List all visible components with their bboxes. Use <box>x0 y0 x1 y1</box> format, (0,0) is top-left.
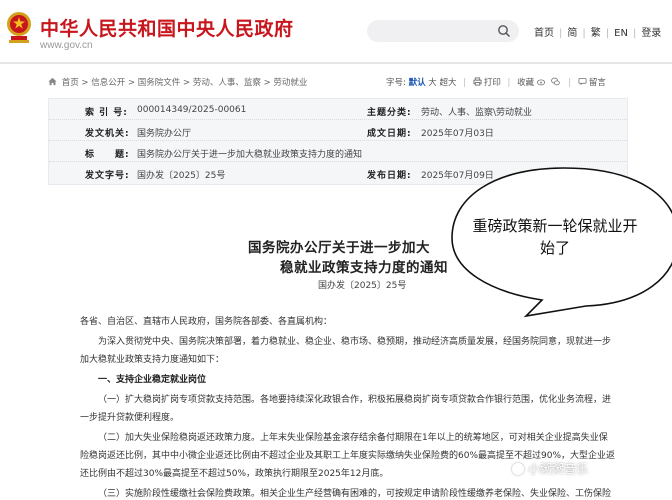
crumb-home[interactable]: 首页 <box>62 78 79 88</box>
divider: | <box>568 78 572 88</box>
divider: | <box>559 28 563 39</box>
link-english[interactable]: EN <box>614 28 628 39</box>
link-home[interactable]: 首页 <box>534 28 554 39</box>
divider: | <box>605 28 610 39</box>
link-traditional[interactable]: 繁 <box>591 28 601 39</box>
font-size-label: 字号: <box>386 78 406 88</box>
crumb-state-council-docs[interactable]: 国务院文件 <box>138 78 181 88</box>
index-no-value: 000014349/2025-00061 <box>137 105 247 115</box>
search-input[interactable] <box>367 20 519 42</box>
paragraph: （一）扩大稳岗扩岗专项贷款支持范围。各地要持续深化政银合作，积极拓展稳岗扩岗专项… <box>98 395 612 405</box>
crumb-separator: > <box>263 78 271 88</box>
national-emblem-icon[interactable] <box>4 10 34 46</box>
crumb-separator: > <box>81 78 89 88</box>
favorite-button[interactable]: 收藏 <box>517 78 534 88</box>
watermark-logo-icon <box>512 463 524 475</box>
info-row: 标 题: 国务院办公厅关于进一步加大稳就业政策支持力度的通知 <box>49 141 627 162</box>
site-title[interactable]: 中华人民共和国中央人民政府 <box>40 14 294 41</box>
home-icon <box>48 77 57 86</box>
page-tools: 字号: 默认 大 超大 | 打印 | 收藏 | 留言 <box>386 76 606 88</box>
search-icon[interactable] <box>497 24 511 38</box>
watermark-text: 小粥粥音乐 <box>528 462 589 476</box>
paragraph: 还比例由不超过30%最高提至不超过50%，政策执行期限至2025年12月底。 <box>80 469 389 479</box>
doc-number-label: 发文字号: <box>85 171 130 181</box>
section-heading: 一、支持企业稳定就业岗位 <box>98 375 207 385</box>
font-size-large[interactable]: 大 <box>428 78 437 88</box>
created-date-label: 成文日期: <box>367 129 412 139</box>
top-links: 首页 | 简 | 繁 | EN | 登录 <box>534 24 661 39</box>
link-login[interactable]: 登录 <box>641 28 661 39</box>
article-title-line1: 国务院办公厅关于进一步加大 <box>248 240 430 256</box>
paragraph: 各省、自治区、直辖市人民政府，国务院各部委、各直属机构： <box>80 317 333 327</box>
paragraph: （二）加大失业保险稳岗返还政策力度。上年末失业保险基金滚存结余备付期限在1年以上… <box>98 433 608 443</box>
site-header: 中华人民共和国中央人民政府 www.gov.cn 首页 | 简 | 繁 | EN | 登录 <box>0 0 672 62</box>
crumb-labor[interactable]: 劳动、人事、监察 <box>193 78 261 88</box>
print-icon[interactable] <box>473 77 482 86</box>
topic-label: 主题分类: <box>367 108 412 118</box>
article-title-line2: 稳就业政策支持力度的通知 <box>280 260 448 276</box>
divider: | <box>582 28 586 39</box>
crumb-employment[interactable]: 劳动就业 <box>273 78 307 88</box>
title-value: 国务院办公厅关于进一步加大稳就业政策支持力度的通知 <box>137 150 363 160</box>
font-size-default[interactable]: 默认 <box>409 78 426 88</box>
created-date-value: 2025年07月03日 <box>421 129 494 139</box>
crumb-separator: > <box>183 78 191 88</box>
font-size-xlarge[interactable]: 超大 <box>440 78 457 88</box>
info-row: 索 引 号: 000014349/2025-00061 主题分类: 劳动、人事、… <box>49 99 627 120</box>
wechat-share-icon[interactable] <box>550 77 560 86</box>
info-row: 发文机关: 国务院办公厅 成文日期: 2025年07月03日 <box>49 120 627 141</box>
link-simplified[interactable]: 简 <box>567 28 577 39</box>
topic-value: 劳动、人事、监察\劳动就业 <box>421 108 533 118</box>
published-date-label: 发布日期: <box>367 171 412 181</box>
paragraph: （三）实施阶段性缓缴社会保险费政策。相关企业生产经营确有困难的，可按规定申请阶段… <box>98 489 612 499</box>
paragraph: 一步提升贷款便利程度。 <box>80 413 180 423</box>
speech-bubble-text: 重磅政策新一轮保就业开始了 <box>472 217 638 257</box>
paragraph: 为深入贯彻党中央、国务院决策部署，着力稳就业、稳企业、稳市场、稳预期，推动经济高… <box>98 337 612 347</box>
doc-number-value: 国办发〔2025〕25号 <box>137 171 226 181</box>
paragraph: 加大稳就业政策支持力度通知如下： <box>80 355 225 365</box>
divider: | <box>463 78 467 88</box>
issuer-value: 国务院办公厅 <box>137 129 192 139</box>
message-button[interactable]: 留言 <box>589 78 606 88</box>
print-button[interactable]: 打印 <box>484 78 501 88</box>
site-url: www.gov.cn <box>40 40 93 51</box>
article-doc-number: 国办发〔2025〕25号 <box>318 281 407 291</box>
issuer-label: 发文机关: <box>85 129 130 139</box>
header-divider <box>0 62 672 64</box>
divider: | <box>632 28 637 39</box>
divider: | <box>507 78 511 88</box>
message-icon[interactable] <box>578 77 587 86</box>
weibo-share-icon[interactable] <box>536 77 546 86</box>
title-label: 标 题: <box>85 150 130 160</box>
crumb-separator: > <box>127 78 136 88</box>
breadcrumb: 首页 > 信息公开 > 国务院文件 > 劳动、人事、监察 > 劳动就业 <box>48 76 307 88</box>
index-no-label: 索 引 号: <box>85 108 128 118</box>
crumb-info-public[interactable]: 信息公开 <box>91 78 125 88</box>
watermark: 小粥粥音乐 <box>512 460 588 477</box>
